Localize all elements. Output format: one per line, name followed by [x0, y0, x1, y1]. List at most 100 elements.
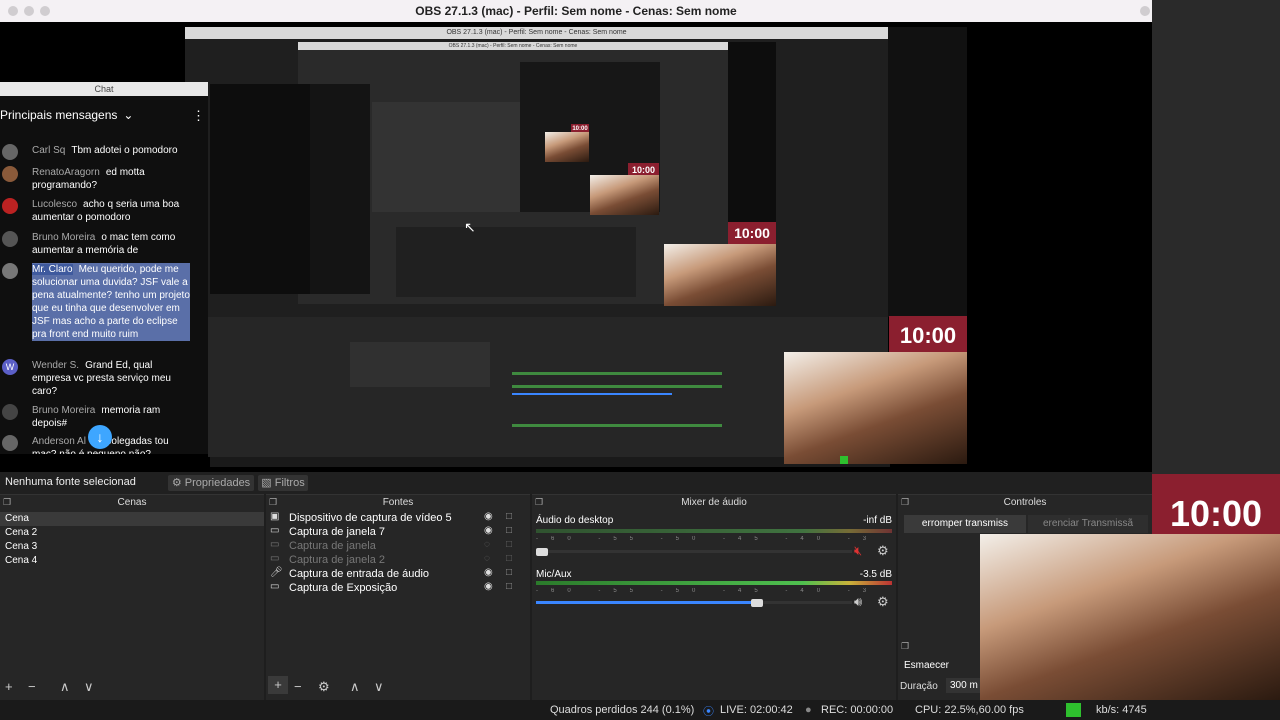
eye-icon[interactable]: ◉: [484, 567, 493, 578]
no-source-label: Nenhuma fonte selecionad: [5, 476, 136, 488]
chat-author[interactable]: Lucolesco: [32, 199, 77, 210]
source-item-disabled[interactable]: ▭ Captura de janela 2 ◌ □: [266, 553, 530, 567]
source-label: Captura de entrada de áudio: [289, 568, 430, 580]
eye-icon[interactable]: ◉: [484, 511, 493, 522]
chat-author[interactable]: Wender S.: [32, 360, 79, 371]
nested-dock-copy: [396, 227, 636, 297]
bitrate-indicator: [1066, 703, 1081, 717]
cpu-fps: CPU: 22.5%,60.00 fps: [915, 704, 1024, 716]
eye-hidden-icon[interactable]: ◌: [484, 553, 490, 564]
source-label: Captura de janela 7: [289, 526, 386, 538]
audio-mixer-dock: Mixer de áudio ❐ Áudio do desktop -inf d…: [532, 494, 896, 701]
window-icon: ▭: [270, 553, 280, 564]
add-source-button[interactable]: +: [268, 676, 288, 694]
eye-hidden-icon[interactable]: ◌: [484, 539, 490, 550]
meter-ticks: -60 -55 -50 -45 -40 -35 -30 -25 -20 -15 …: [536, 588, 866, 594]
meter-ticks: -60 -55 -50 -45 -40 -35 -30 -25 -20 -15 …: [536, 536, 866, 542]
source-item[interactable]: ▭ Captura de Exposição ◉ □: [266, 581, 530, 595]
scene-item-selected[interactable]: Cena: [0, 512, 264, 526]
controls-title: Controles: [898, 496, 1152, 510]
properties-button[interactable]: ⚙ Propriedades: [168, 475, 254, 491]
preview-timer: 10:00: [889, 316, 967, 354]
source-item[interactable]: ▭ Captura de janela 7 ◉ □: [266, 525, 530, 539]
dock-float-icon[interactable]: ❐: [901, 641, 909, 652]
source-label: Captura de janela 2: [289, 554, 386, 566]
dock-float-icon[interactable]: ❐: [3, 497, 11, 508]
eye-icon[interactable]: ◉: [484, 581, 493, 592]
window-icon: ▭: [270, 539, 280, 550]
remove-source-button[interactable]: −: [294, 679, 302, 694]
chat-author[interactable]: RenatoAragorn: [32, 167, 100, 178]
scene-label: Cena 2: [5, 527, 38, 538]
add-scene-button[interactable]: +: [5, 679, 13, 694]
source-item[interactable]: 🎤︎ Captura de entrada de áudio ◉ □: [266, 567, 530, 581]
volume-slider-handle[interactable]: [536, 548, 548, 556]
lock-icon[interactable]: □: [506, 525, 512, 536]
move-scene-down-button[interactable]: ∨: [84, 679, 94, 695]
move-source-up-button[interactable]: ∧: [350, 679, 360, 695]
filters-button[interactable]: ▧ Filtros: [258, 475, 308, 491]
source-toolbar: Nenhuma fonte selecionad ⚙ Propriedades …: [0, 472, 1152, 494]
display-icon: ▭: [270, 581, 280, 592]
filter-icon: ▧: [261, 477, 272, 489]
avatar: [2, 166, 18, 182]
scenes-dock: Cenas ❐ Cena Cena 2 Cena 3 Cena 4 + − ∧ …: [0, 494, 264, 701]
scene-item[interactable]: Cena 3: [0, 540, 264, 554]
move-scene-up-button[interactable]: ∧: [60, 679, 70, 695]
chat-panel: Chat Principais mensagens ⌄ ⋮ Carl Sq Tbm…: [0, 82, 208, 454]
manage-broadcast-button[interactable]: erenciar Transmissã: [1028, 515, 1148, 533]
avatar: [2, 198, 18, 214]
chat-author[interactable]: Anderson Al: [32, 436, 86, 447]
lock-icon[interactable]: □: [506, 567, 512, 578]
window-title-bar: OBS 27.1.3 (mac) - Perfil: Sem nome - Ce…: [0, 0, 1152, 22]
more-options-icon[interactable]: ⋮: [192, 108, 205, 124]
muted-speaker-icon[interactable]: 🔇︎: [854, 543, 862, 559]
volume-track[interactable]: [536, 550, 852, 553]
status-bar: Quadros perdidos 244 (0.1%) ⦿ LIVE: 02:0…: [0, 700, 1280, 720]
minimize-window-button[interactable]: [24, 6, 34, 16]
nested-meter-1: [512, 372, 722, 375]
scene-item[interactable]: Cena 2: [0, 526, 264, 540]
speaker-icon[interactable]: 🔊︎: [854, 594, 862, 610]
broadcast-icon: ⦿: [703, 706, 714, 718]
channel-level: -3.5 dB: [859, 569, 892, 580]
source-item-disabled[interactable]: ▭ Captura de janela ◌ □: [266, 539, 530, 553]
source-settings-gear-icon[interactable]: ⚙: [318, 679, 330, 695]
chat-filter-dropdown[interactable]: Principais mensagens ⌄: [0, 108, 133, 122]
dock-float-icon[interactable]: ❐: [901, 497, 909, 508]
chat-author[interactable]: Mr. Claro: [32, 264, 73, 275]
source-item[interactable]: ▣ Dispositivo de captura de vídeo 5 ◉ □: [266, 511, 530, 525]
scene-item[interactable]: Cena 4: [0, 554, 264, 568]
chat-text: Tbm adotei o pomodoro: [71, 145, 178, 156]
record-icon: ●: [805, 704, 812, 716]
lock-icon[interactable]: □: [506, 539, 512, 550]
avatar: [2, 144, 18, 160]
nested-black-area: [888, 27, 967, 317]
scene-label: Cena: [5, 513, 29, 524]
volume-slider-handle[interactable]: [751, 599, 763, 607]
gear-icon[interactable]: ⚙: [877, 594, 889, 610]
chat-author[interactable]: Carl Sq: [32, 145, 65, 156]
live-time: LIVE: 02:00:42: [720, 704, 793, 716]
lock-icon[interactable]: □: [506, 553, 512, 564]
lock-icon[interactable]: □: [506, 581, 512, 592]
remove-scene-button[interactable]: −: [28, 679, 36, 694]
avatar: [2, 435, 18, 451]
chat-author[interactable]: Bruno Moreira: [32, 232, 95, 243]
gear-icon[interactable]: ⚙: [877, 543, 889, 559]
close-window-button[interactable]: [8, 6, 18, 16]
dock-float-icon[interactable]: ❐: [269, 497, 277, 508]
zoom-window-button[interactable]: [40, 6, 50, 16]
nested-slider: [512, 393, 672, 395]
move-source-down-button[interactable]: ∨: [374, 679, 384, 695]
stop-streaming-button[interactable]: erromper transmiss: [904, 515, 1026, 533]
chat-author[interactable]: Bruno Moreira: [32, 405, 95, 416]
nested-chat-copy: [210, 84, 310, 294]
dock-float-icon[interactable]: ❐: [535, 497, 543, 508]
fade-transition-label[interactable]: Esmaecer: [904, 660, 949, 671]
nested-timer-large: 10:00: [728, 222, 776, 245]
scroll-to-bottom-button[interactable]: ↓: [88, 425, 112, 449]
eye-icon[interactable]: ◉: [484, 525, 493, 536]
avatar: [2, 231, 18, 247]
lock-icon[interactable]: □: [506, 511, 512, 522]
